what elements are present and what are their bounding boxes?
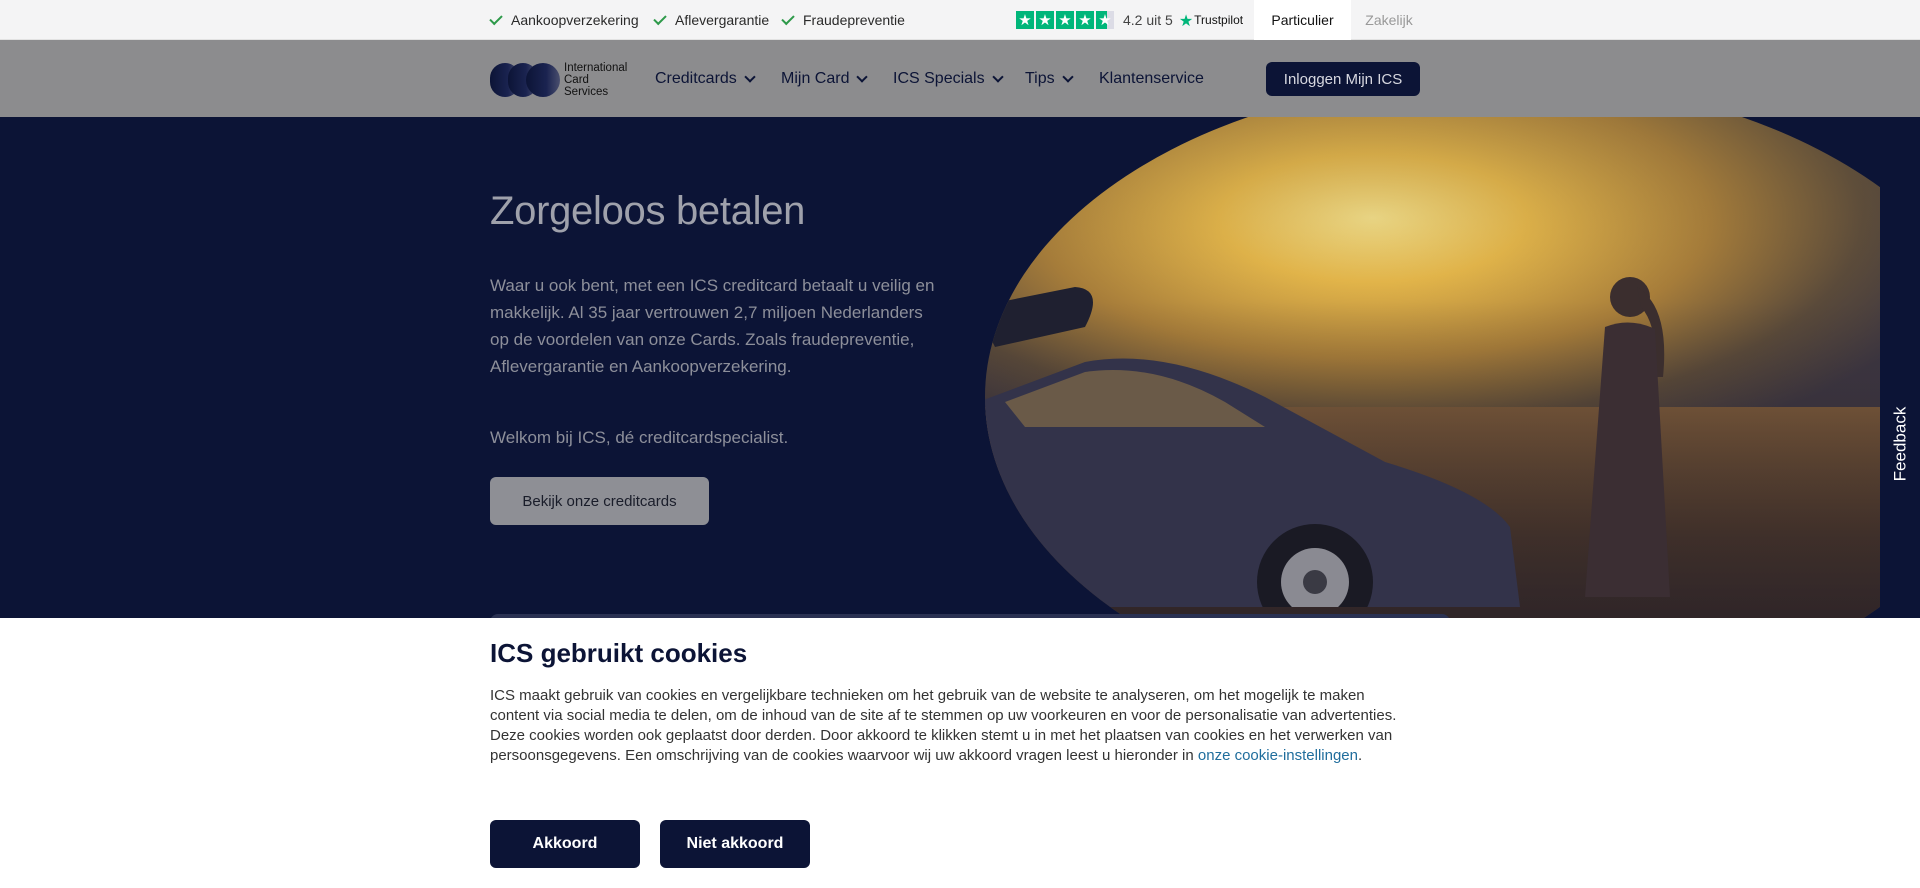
hero-title: Zorgeloos betalen [490, 189, 806, 233]
hero-description: Waar u ook bent, met een ICS creditcard … [490, 276, 935, 376]
segment-zakelijk[interactable]: Zakelijk [1351, 0, 1427, 40]
decline-cookies-button[interactable]: Niet akkoord [660, 820, 810, 868]
chevron-down-icon [744, 70, 756, 83]
nav-item-label: Tips [1025, 69, 1055, 87]
star-icon [1036, 10, 1054, 30]
nav-item-label: Klantenservice [1099, 69, 1204, 87]
usp-item: Aflevergarantie [653, 0, 770, 40]
hero-image [985, 117, 1920, 618]
usp-item: Fraudepreventie [781, 0, 905, 40]
ics-logo[interactable]: International Card Services [490, 62, 627, 98]
star-icon [1056, 10, 1074, 30]
check-icon [653, 11, 667, 25]
feedback-label: Feedback [1890, 406, 1910, 482]
trustpilot-star-icon: ★ [1178, 10, 1194, 30]
nav-item-ics-specials[interactable]: ICS Specials [893, 40, 1004, 117]
trustpilot-stars [1016, 10, 1114, 30]
login-button[interactable]: Inloggen Mijn ICS [1266, 62, 1420, 96]
usp-label: Aflevergarantie [675, 12, 770, 28]
cookie-settings-link[interactable]: onze cookie-instellingen [1198, 747, 1358, 764]
check-icon [489, 11, 503, 25]
nav-item-label: ICS Specials [893, 69, 985, 87]
cookie-banner: ICS gebruikt cookies ICS maakt gebruik v… [0, 618, 1920, 888]
nav-item-mijn-card[interactable]: Mijn Card [781, 40, 869, 117]
cookie-title: ICS gebruikt cookies [490, 638, 748, 668]
hero-section: Zorgeloos betalen Waar u ook bent, met e… [0, 117, 1920, 618]
star-half-icon [1096, 10, 1114, 30]
person-silhouette [1585, 277, 1670, 597]
nav-item-klantenservice[interactable]: Klantenservice [1099, 40, 1204, 117]
feedback-tab[interactable]: Feedback [1880, 380, 1920, 508]
trustpilot-widget[interactable]: 4.2 uit 5 ★ Trustpilot [1016, 0, 1243, 40]
nav-item-creditcards[interactable]: Creditcards [655, 40, 756, 117]
accept-cookies-button[interactable]: Akkoord [490, 820, 640, 868]
trustpilot-score: 4.2 uit 5 [1123, 12, 1173, 28]
chevron-down-icon [1061, 70, 1074, 83]
cookie-description: ICS maakt gebruik van cookies en vergeli… [490, 687, 1397, 764]
hero-welcome: Welkom bij ICS, dé creditcardspecialist. [490, 428, 789, 447]
segment-particulier[interactable]: Particulier [1254, 0, 1351, 40]
chevron-down-icon [991, 70, 1004, 83]
usp-item: Aankoopverzekering [489, 0, 639, 40]
trustpilot-logo: ★ Trustpilot [1179, 11, 1243, 30]
usp-label: Aankoopverzekering [511, 12, 639, 28]
main-navigation: International Card Services Creditcards … [0, 40, 1920, 117]
nav-item-tips[interactable]: Tips [1025, 40, 1074, 117]
ics-logo-mark [490, 63, 560, 97]
star-icon [1076, 10, 1094, 30]
star-icon [1016, 10, 1034, 30]
usp-label: Fraudepreventie [803, 12, 905, 28]
check-icon [781, 11, 795, 25]
hero-edge [1880, 117, 1920, 618]
chevron-down-icon [856, 70, 869, 83]
logo-wordmark: International Card Services [564, 62, 628, 98]
nav-item-label: Creditcards [655, 69, 737, 87]
top-bar: Aankoopverzekering Aflevergarantie Fraud… [0, 0, 1920, 40]
nav-item-label: Mijn Card [781, 69, 850, 87]
view-creditcards-button[interactable]: Bekijk onze creditcards [490, 477, 709, 525]
trustpilot-brand: Trustpilot [1194, 13, 1244, 27]
car-silhouette [985, 287, 1520, 607]
